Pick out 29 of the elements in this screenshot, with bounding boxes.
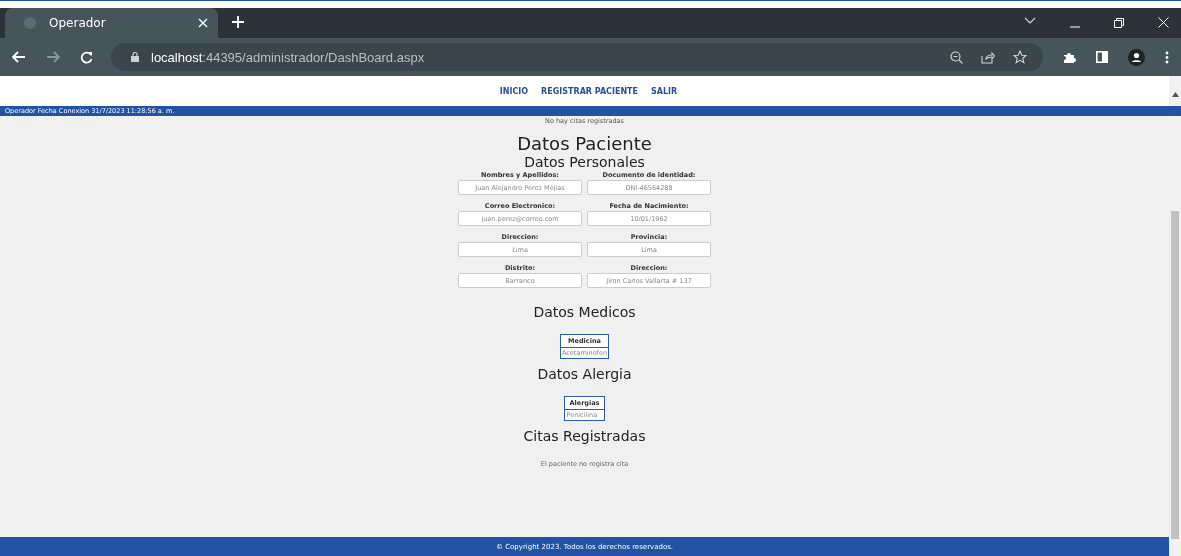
restore-icon[interactable] bbox=[1114, 18, 1124, 28]
nav-link[interactable]: REGISTRAR PACIENTE bbox=[541, 86, 638, 96]
section-heading: Datos Personales bbox=[524, 154, 645, 170]
share-icon[interactable] bbox=[981, 50, 995, 64]
scrollbar-thumb[interactable] bbox=[1171, 211, 1179, 539]
more-options-icon[interactable] bbox=[1165, 50, 1169, 64]
nav-link[interactable]: INICIO bbox=[499, 86, 529, 96]
section-heading: Datos Medicos bbox=[533, 304, 636, 320]
close-icon[interactable] bbox=[198, 18, 208, 28]
back-arrow-icon[interactable] bbox=[12, 51, 26, 63]
section-heading: Citas Registradas bbox=[523, 428, 646, 444]
forward-arrow-icon[interactable] bbox=[46, 51, 60, 63]
url-text: localhost:44395/administrador/DashBoard.aspx bbox=[151, 49, 425, 65]
profile-icon[interactable] bbox=[1128, 48, 1145, 66]
side-panel-icon[interactable] bbox=[1096, 51, 1108, 63]
browser-tab[interactable]: Operador bbox=[5, 8, 218, 38]
reload-icon[interactable] bbox=[80, 50, 93, 64]
chevron-down-icon[interactable] bbox=[1024, 17, 1036, 25]
tab-title: Operador bbox=[49, 16, 107, 30]
close-icon[interactable] bbox=[1158, 17, 1169, 28]
section-heading: Datos Alergia bbox=[537, 366, 632, 382]
new-tab-icon[interactable] bbox=[232, 16, 244, 28]
page-title: Datos Paciente bbox=[517, 133, 652, 154]
lock-icon bbox=[131, 52, 139, 62]
address-bar[interactable]: localhost:44395/administrador/DashBoard.aspx bbox=[111, 43, 1043, 71]
scroll-up-icon[interactable] bbox=[1171, 92, 1179, 97]
zoom-out-icon[interactable] bbox=[950, 50, 963, 64]
star-icon[interactable] bbox=[1013, 50, 1027, 64]
nav-link[interactable]: SALIR bbox=[651, 86, 678, 96]
